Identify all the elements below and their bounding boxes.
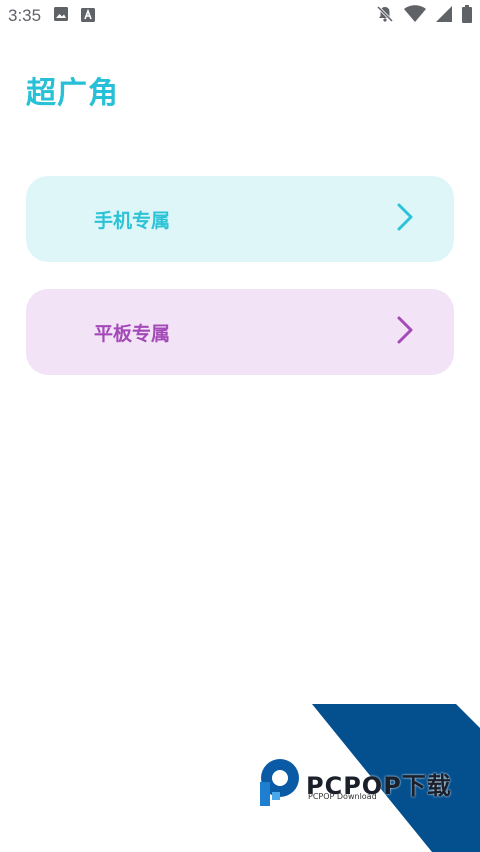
image-icon	[53, 6, 69, 26]
status-bar: 3:35	[0, 0, 480, 32]
status-time: 3:35	[8, 6, 42, 25]
chevron-right-icon	[396, 202, 414, 236]
page-title: 超广角	[26, 76, 119, 111]
battery-icon	[462, 5, 472, 27]
phone-exclusive-button[interactable]: 手机专属	[26, 176, 454, 262]
tablet-exclusive-button[interactable]: 平板专属	[26, 289, 454, 375]
notifications-off-icon	[376, 5, 394, 27]
watermark-subtitle: PCPOP Download	[308, 792, 377, 801]
chevron-right-icon	[396, 315, 414, 349]
tablet-exclusive-label: 平板专属	[94, 322, 171, 345]
signal-icon	[436, 6, 452, 26]
phone-exclusive-label: 手机专属	[94, 209, 171, 232]
watermark-banner	[312, 704, 480, 852]
wifi-icon	[404, 5, 426, 27]
a-notification-icon	[81, 7, 96, 26]
watermark-logo-icon	[258, 758, 302, 806]
